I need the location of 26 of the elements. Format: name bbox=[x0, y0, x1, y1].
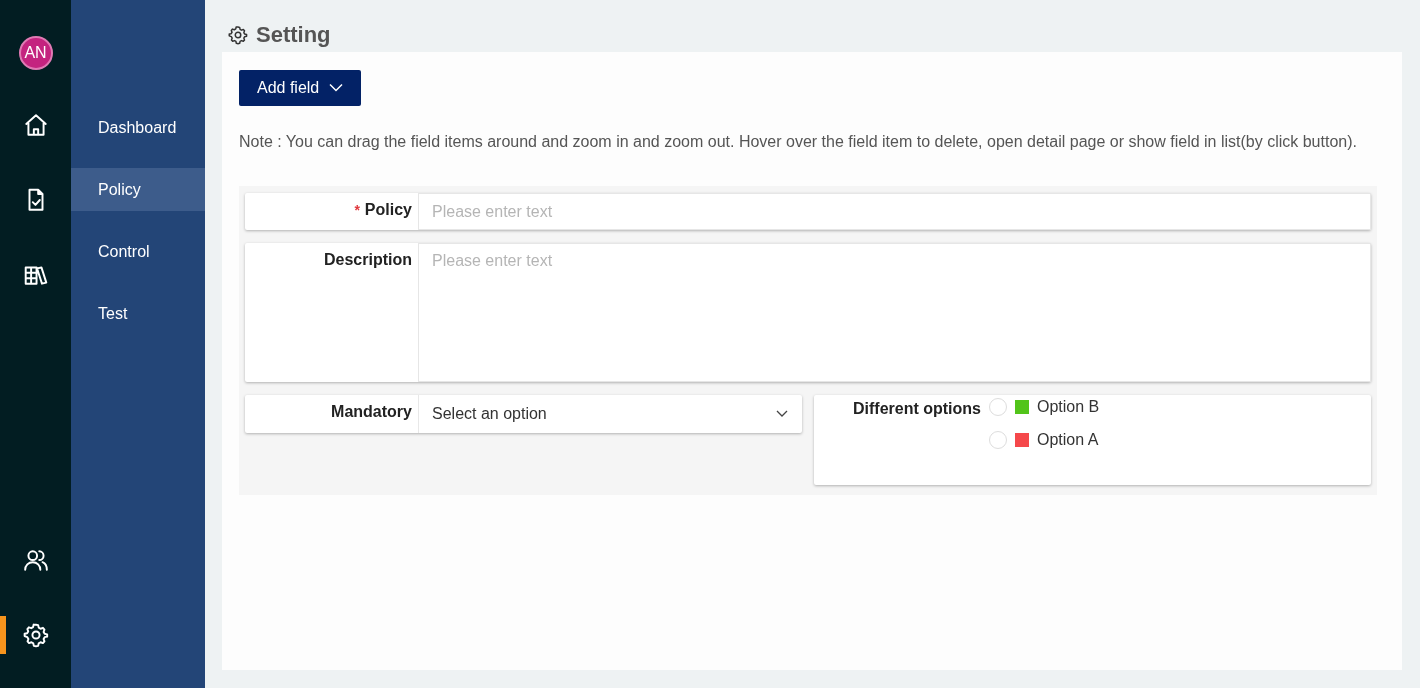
radio-button[interactable] bbox=[989, 398, 1007, 416]
option-label: Option B bbox=[1037, 398, 1100, 416]
avatar[interactable]: AN bbox=[18, 36, 53, 70]
text-input[interactable]: Please enter text bbox=[418, 193, 1371, 230]
field-label: Policy bbox=[364, 201, 412, 218]
page-title: Setting bbox=[256, 22, 331, 48]
users-icon bbox=[22, 547, 49, 573]
option-label: Option A bbox=[1037, 431, 1099, 449]
nav-item[interactable]: Dashboard bbox=[71, 106, 205, 149]
field-label: Different options bbox=[853, 400, 981, 417]
required-asterisk: * bbox=[354, 202, 360, 218]
field-label: Description bbox=[324, 251, 412, 268]
settings-icon bbox=[22, 622, 49, 648]
field-label: Mandatory bbox=[331, 403, 412, 420]
chevron-down-icon bbox=[776, 410, 788, 418]
settings-icon bbox=[228, 25, 248, 45]
nav-item[interactable]: Test bbox=[71, 292, 205, 335]
nav-item[interactable]: Control bbox=[71, 230, 205, 273]
add-field-button[interactable]: Add field bbox=[239, 70, 362, 106]
caret-icon bbox=[329, 83, 344, 93]
note-text: Note : You can drag the field items around and zoom in and zoom out. Hover over the field item to delete, open detail page or show field in list(by click button). bbox=[239, 133, 1358, 151]
nav-item[interactable]: Policy bbox=[71, 168, 205, 211]
home-icon bbox=[22, 112, 49, 138]
textarea-input[interactable]: Please enter text bbox=[418, 243, 1371, 382]
select-dropdown[interactable]: Select an option bbox=[418, 395, 802, 433]
radio-button[interactable] bbox=[989, 431, 1007, 449]
